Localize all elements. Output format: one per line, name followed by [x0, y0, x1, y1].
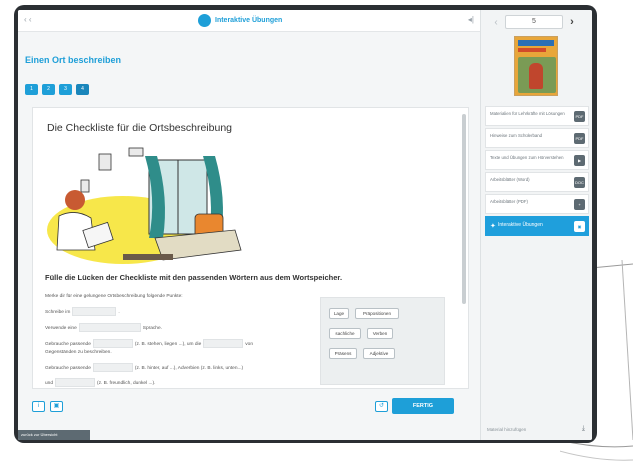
prev-page-button[interactable]: ‹	[487, 17, 505, 28]
download-icon[interactable]: ⤓	[582, 425, 585, 433]
scrollbar[interactable]	[462, 114, 466, 304]
step-button-1[interactable]: 1	[25, 84, 38, 95]
exercise-card: Die Checkliste für die Ortsbeschreibung	[32, 107, 469, 389]
collapse-sidebar-button[interactable]: ◂|	[468, 15, 474, 24]
page-title: Einen Ort beschreiben	[25, 55, 122, 65]
done-button[interactable]: FERTIG	[392, 398, 454, 414]
word-chip[interactable]: Lage	[329, 308, 349, 319]
checklist-row-4: Gebrauche passende (z. B. hinter, auf ...…	[45, 363, 243, 372]
tablet-screen: ‹ ‹ Interaktive Übungen ◂| Einen Ort bes…	[18, 10, 592, 440]
word-bank: Lage Präpositionen sachliche Verben Präs…	[320, 297, 445, 385]
sidebar-item-materials[interactable]: Materialien für Lehrkräfte mit Lösungen …	[485, 106, 589, 126]
plus-icon: +	[574, 199, 585, 210]
top-bar: ‹ ‹ Interaktive Übungen ◂|	[18, 10, 480, 32]
sidebar-item-label: Arbeitsblätter (Word)	[490, 177, 530, 182]
blank-field-6[interactable]	[55, 378, 96, 387]
reset-icon[interactable]: ↺	[375, 401, 388, 412]
row-text: (z. B. hinter, auf ...), Adverbien (z. B…	[134, 365, 244, 371]
checklist-row-3: Gebrauche passende (z. B. stehen, liegen …	[45, 339, 253, 348]
cover-figure	[529, 63, 543, 89]
bottom-toolbar: i ▣ ↺ FERTIG	[18, 394, 480, 422]
pdf-icon: PDF	[574, 133, 585, 144]
row-text: (z. B. stehen, liegen ...), um die	[134, 341, 202, 347]
step-button-2[interactable]: 2	[42, 84, 55, 95]
row-text: von	[245, 341, 253, 347]
back-to-overview-button[interactable]: zurück zur Übersicht	[18, 430, 90, 440]
sidebar-item-label: Arbeitsblätter (PDF)	[490, 199, 528, 204]
cover-title-band	[518, 40, 554, 46]
row-text: Verwende eine	[45, 325, 77, 331]
page-number-field[interactable]: 5	[505, 15, 563, 29]
blank-field-5[interactable]	[92, 363, 133, 372]
blank-field-4[interactable]	[203, 339, 244, 348]
cover-subtitle-band	[518, 48, 546, 52]
word-chip[interactable]: Präpositionen	[355, 308, 399, 319]
sidebar-footer[interactable]: Material hinzufügen ⤓	[485, 424, 589, 436]
book-cover-thumbnail[interactable]	[514, 36, 558, 96]
checklist-row-2: Verwende eine Sprache.	[45, 323, 162, 332]
main-panel: Einen Ort beschreiben 1 2 3 4 Die Checkl…	[18, 32, 480, 440]
checklist-row-1: Schreibe im.	[45, 307, 120, 316]
row-text: Gebrauche passende	[45, 365, 91, 371]
sparkle-icon: ✦	[490, 223, 496, 230]
word-chip[interactable]: Verben	[367, 328, 393, 339]
checklist-row-5: und (z. B. freundlich, dunkel ...).	[45, 378, 155, 387]
exercise-icon: ▣	[574, 221, 585, 232]
row-text: .	[118, 309, 120, 315]
row-text: Schreibe im	[45, 309, 71, 315]
sidebar-item-interactive-exercises[interactable]: ✦ Interaktive Übungen ▣	[485, 216, 589, 236]
info-icon[interactable]: i	[32, 401, 45, 412]
right-sidebar: ‹ 5 › Materialien für Lehrkräfte mit Lös…	[480, 10, 592, 440]
checklist-row-3b: Gegenständen zu beschreiben.	[45, 350, 112, 355]
sidebar-item-label: Materialien für Lehrkräfte mit Lösungen	[490, 111, 565, 116]
task-instruction: Fülle die Lücken der Checkliste mit den …	[45, 273, 343, 282]
media-icon[interactable]: ▣	[50, 401, 63, 412]
sidebar-item-worksheets-word[interactable]: Arbeitsblätter (Word) DOC	[485, 172, 589, 192]
sidebar-item-worksheets-pdf[interactable]: Arbeitsblätter (PDF) +	[485, 194, 589, 214]
girl-at-window-illustration	[47, 147, 242, 264]
pdf-icon: PDF	[574, 111, 585, 122]
back-button[interactable]: ‹ ‹	[24, 15, 32, 24]
brand: Interaktive Übungen	[198, 14, 282, 27]
doc-icon: DOC	[574, 177, 585, 188]
sidebar-item-label: Hinweise zum Schülerband	[490, 133, 543, 138]
step-navigation: 1 2 3 4	[25, 84, 89, 95]
next-page-button[interactable]: ›	[563, 16, 581, 28]
blank-field-3[interactable]	[92, 339, 133, 348]
add-material-label: Material hinzufügen	[487, 427, 527, 432]
page-pager: ‹ 5 ›	[487, 14, 587, 30]
brand-title: Interaktive Übungen	[215, 17, 283, 24]
photo-stage: ‹ ‹ Interaktive Übungen ◂| Einen Ort bes…	[0, 0, 633, 469]
row-text: und	[45, 380, 54, 386]
word-chip[interactable]: Präsens	[329, 348, 357, 359]
brand-logo-icon	[198, 14, 211, 27]
row-text: Gebrauche passende	[45, 341, 91, 347]
word-chip[interactable]: Adjektive	[363, 348, 395, 359]
row-text: (z. B. freundlich, dunkel ...).	[97, 380, 156, 386]
blank-field-2[interactable]	[78, 323, 141, 332]
intro-text: Merke dir für eine gelungene Ortsbeschre…	[45, 294, 183, 299]
row-text: Sprache.	[142, 325, 162, 331]
exercise-heading: Die Checkliste für die Ortsbeschreibung	[47, 122, 233, 134]
step-button-3[interactable]: 3	[59, 84, 72, 95]
play-icon: ▶	[574, 155, 585, 166]
sidebar-item-label: Texte und Übungen zum Hörverstehen	[490, 155, 564, 160]
sidebar-item-listening[interactable]: Texte und Übungen zum Hörverstehen ▶	[485, 150, 589, 170]
blank-field-1[interactable]	[72, 307, 117, 316]
sidebar-item-label: Interaktive Übungen	[498, 222, 543, 228]
step-button-4[interactable]: 4	[76, 84, 89, 95]
sidebar-item-hints[interactable]: Hinweise zum Schülerband PDF	[485, 128, 589, 148]
word-chip[interactable]: sachliche	[329, 328, 361, 339]
